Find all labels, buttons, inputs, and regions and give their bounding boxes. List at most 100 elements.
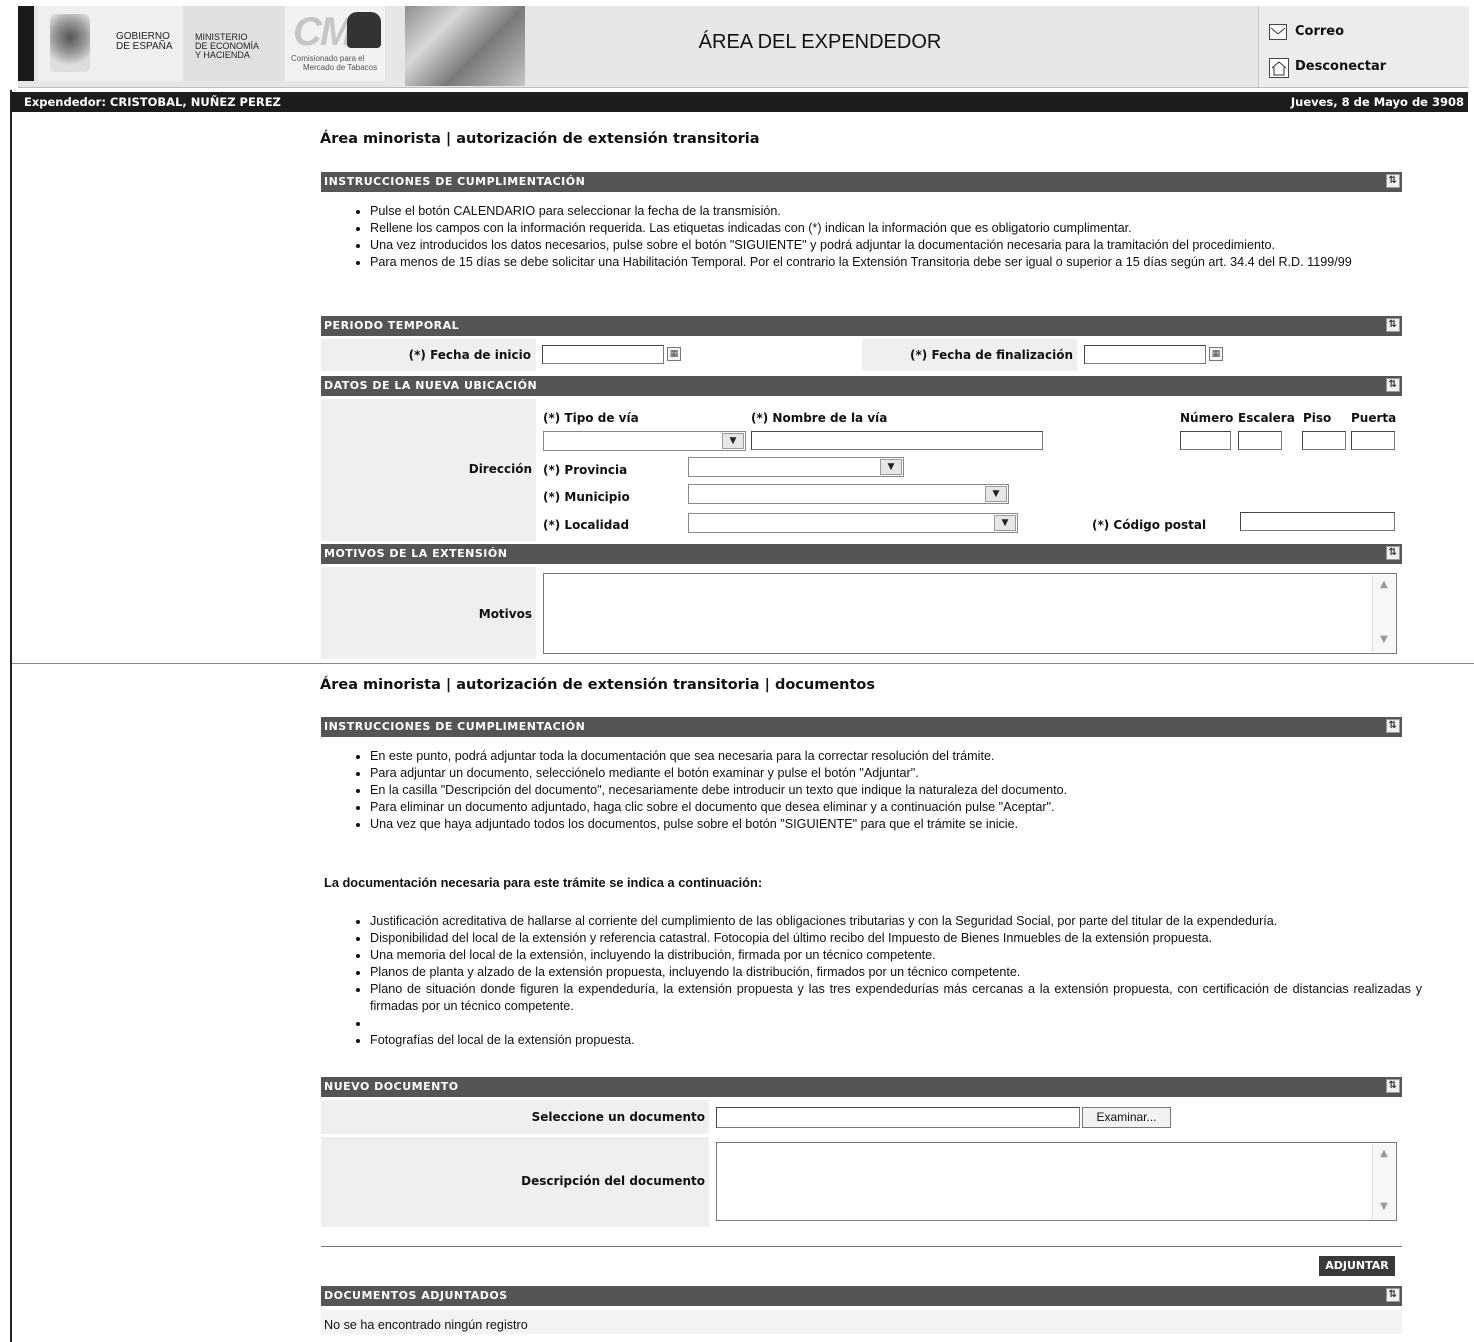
descripcion-label: Descripción del documento [521,1174,705,1188]
descripcion-textarea[interactable]: ▲ ▼ [716,1142,1397,1221]
file-path-input[interactable] [716,1107,1080,1128]
seleccione-label: Seleccione un documento [531,1110,705,1124]
list-item: Disponibilidad del local de la extensión… [370,930,1422,947]
puerta-label: Puerta [1351,411,1397,425]
list-item: Justificación acreditativa de hallarse a… [370,913,1422,930]
calendar-icon[interactable]: ▦ [1209,347,1223,361]
list-item: Planos de planta y alzado de la extensió… [370,964,1422,981]
provincia-select[interactable]: ▼ [688,457,904,477]
cmt-t-icon [347,12,381,48]
ministerio-logo: MINISTERIO DE ECONOMÍA Y HACIENDA [183,6,285,81]
spain-flag-stripe [18,6,34,81]
chevron-down-icon: ▼ [722,433,744,449]
scrollbar[interactable]: ▲ ▼ [1372,1144,1395,1219]
collapse-toggle-icon[interactable]: ⇅ [1386,1079,1400,1093]
section-title: INSTRUCCIONES DE CUMPLIMENTACIÓN [324,175,586,188]
list-item: Para adjuntar un documento, selecciónelo… [370,765,1422,782]
nuevo-documento-section-header: NUEVO DOCUMENTO ⇅ [321,1077,1402,1097]
provincia-label-wrap: (*) Provincia [543,463,627,477]
municipio-select[interactable]: ▼ [688,484,1009,504]
fecha-inicio-label: (*) Fecha de inicio [408,348,531,362]
fecha-inicio-input[interactable] [542,345,664,364]
current-date: Jueves, 8 de Mayo de 3908 [1290,95,1464,109]
list-item: Una memoria del local de la extensión, i… [370,947,1422,964]
provincia-label: (*) Provincia [543,463,628,477]
instructions-list: En este punto, podrá adjuntar toda la do… [350,748,1422,833]
municipio-label: (*) Municipio [543,490,630,504]
list-item: Pulse el botón CALENDARIO para seleccion… [370,203,1422,220]
nombre-via-label: (*) Nombre de la vía [751,411,888,425]
cmt-sub-line2: Mercado de Tabacos [303,63,378,72]
chevron-down-icon: ▼ [880,459,902,475]
frame-divider [12,663,1474,664]
ministerio-line3: Y HACIENDA [195,50,250,60]
codigo-postal-label: (*) Código postal [1092,518,1207,532]
collapse-toggle-icon[interactable]: ⇅ [1386,378,1400,392]
collapse-toggle-icon[interactable]: ⇅ [1386,546,1400,560]
scrollbar[interactable]: ▲ ▼ [1372,575,1395,652]
fecha-fin-input[interactable] [1084,345,1206,364]
collapse-toggle-icon[interactable]: ⇅ [1386,318,1400,332]
chevron-down-icon: ▼ [994,515,1016,531]
calendar-icon[interactable]: ▦ [667,347,681,361]
scroll-down-icon[interactable]: ▼ [1377,634,1391,648]
list-item: Plano de situación donde figuren la expe… [370,981,1422,1015]
page-title: Área minorista | autorización de extensi… [320,677,876,693]
instructions-section-header: INSTRUCCIONES DE CUMPLIMENTACIÓN ⇅ [321,717,1402,737]
mail-icon[interactable] [1269,24,1287,40]
ubicacion-section-header: DATOS DE LA NUEVA UBICACIÓN ⇅ [321,376,1402,396]
gobierno-line2: DE ESPAÑA [116,41,173,52]
list-item: Fotografías del local de la extensión pr… [370,1032,1422,1049]
header-actions: Correo Desconectar [1258,6,1469,87]
section-title: PERIODO TEMPORAL [324,319,460,332]
puerta-input[interactable] [1351,431,1395,450]
page-title: Área minorista | autorización de extensi… [320,131,760,147]
piso-label: Piso [1303,411,1332,425]
motivos-label: Motivos [478,607,532,621]
nombre-via-input[interactable] [751,431,1043,450]
divider [321,1246,1402,1247]
cmt-logo: CM Comisionado para el Mercado de Tabaco… [285,6,385,81]
section-title: DATOS DE LA NUEVA UBICACIÓN [324,379,538,392]
fecha-fin-label: (*) Fecha de finalización [910,348,1073,362]
correo-link[interactable]: Correo [1295,24,1344,39]
localidad-label: (*) Localidad [543,518,630,532]
list-item: En la casilla "Descripción del documento… [370,782,1422,799]
cmt-logo-letters: CM [293,10,353,54]
expendedor-label: Expendedor: CRISTOBAL, NUÑEZ PEREZ [24,95,281,109]
list-item: Para eliminar un documento adjuntado, ha… [370,799,1422,816]
motivos-section-header: MOTIVOS DE LA EXTENSIÓN ⇅ [321,544,1402,564]
section-title: DOCUMENTOS ADJUNTADOS [324,1289,508,1302]
keyboard-image [405,6,525,86]
localidad-select[interactable]: ▼ [688,513,1018,533]
coat-of-arms-icon [50,14,90,72]
scroll-down-icon[interactable]: ▼ [1377,1201,1391,1215]
escalera-input[interactable] [1238,431,1282,450]
codigo-postal-input[interactable] [1240,512,1395,531]
numero-input[interactable] [1180,431,1231,450]
motivos-textarea[interactable]: ▲ ▼ [543,573,1397,654]
section-title: MOTIVOS DE LA EXTENSIÓN [324,547,508,560]
collapse-toggle-icon[interactable]: ⇅ [1386,719,1400,733]
scroll-up-icon[interactable]: ▲ [1377,579,1391,593]
piso-input[interactable] [1302,431,1346,450]
periodo-section-header: PERIODO TEMPORAL ⇅ [321,316,1402,336]
list-item: Una vez que haya adjuntado todos los doc… [370,816,1422,833]
adjuntados-section-header: DOCUMENTOS ADJUNTADOS ⇅ [321,1286,1402,1306]
no-records-message: No se ha encontrado ningún registro [324,1318,528,1332]
tipo-via-select[interactable]: ▼ [543,431,746,451]
instructions-list: Pulse el botón CALENDARIO para seleccion… [350,203,1422,271]
examinar-button[interactable]: Examinar... [1082,1107,1171,1128]
collapse-toggle-icon[interactable]: ⇅ [1386,174,1400,188]
instructions-section-header: INSTRUCCIONES DE CUMPLIMENTACIÓN ⇅ [321,172,1402,192]
section-title: NUEVO DOCUMENTO [324,1080,459,1093]
scroll-up-icon[interactable]: ▲ [1377,1148,1391,1162]
list-item: Para menos de 15 días se debe solicitar … [370,254,1422,271]
home-icon[interactable] [1269,58,1289,78]
collapse-toggle-icon[interactable]: ⇅ [1386,1288,1400,1302]
escalera-label: Escalera [1238,411,1295,425]
list-item: En este punto, podrá adjuntar toda la do… [370,748,1422,765]
adjuntar-button[interactable]: ADJUNTAR [1319,1256,1395,1276]
desconectar-link[interactable]: Desconectar [1295,59,1386,74]
list-item [370,1015,1422,1032]
